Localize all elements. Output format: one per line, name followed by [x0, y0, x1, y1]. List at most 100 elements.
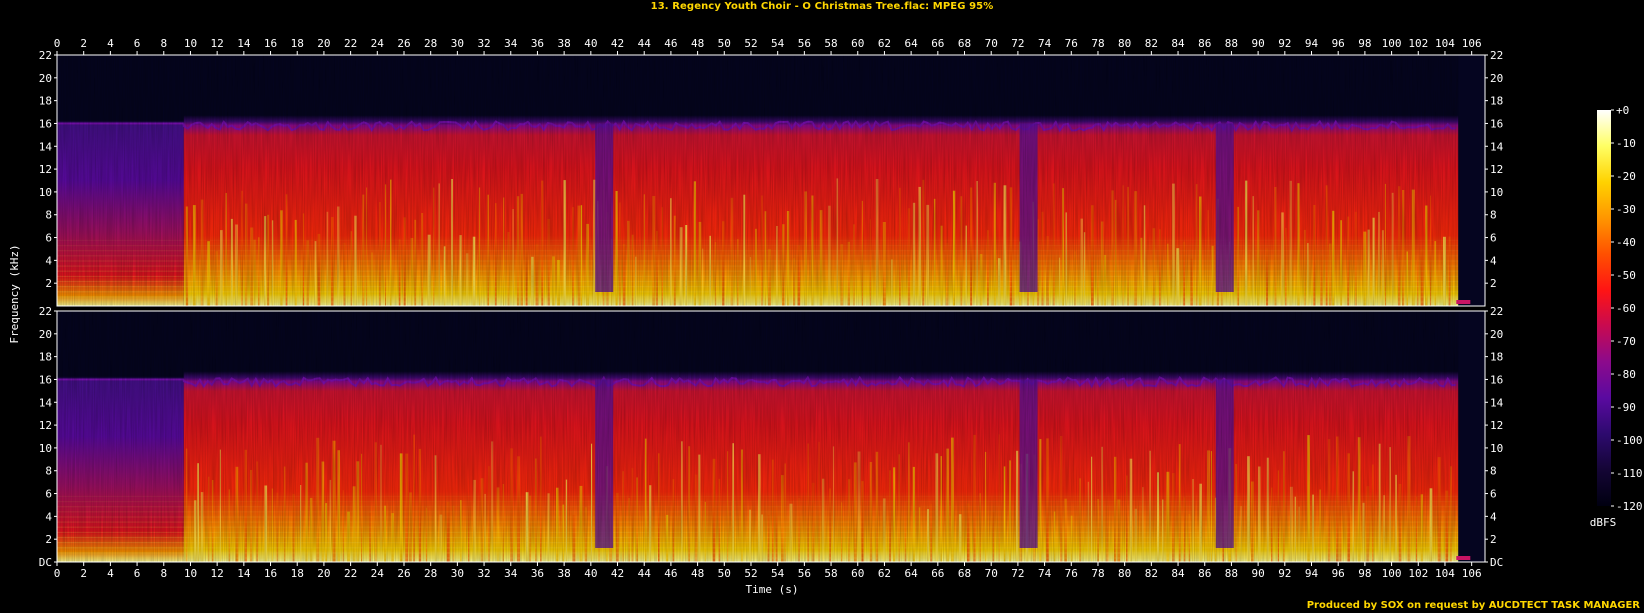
y-tick-label: 10	[39, 186, 52, 199]
x-tick-label: 86	[1198, 567, 1211, 580]
x-tick-label: 72	[1011, 567, 1024, 580]
x-tick-label: 50	[718, 37, 731, 50]
x-tick-label: 62	[878, 37, 891, 50]
x-tick-label: 58	[824, 37, 837, 50]
x-tick-label: 22	[344, 567, 357, 580]
x-tick-label: 4	[107, 567, 114, 580]
y-tick-label: 18	[39, 351, 52, 364]
y-tick-label: 10	[1490, 186, 1503, 199]
x-tick-label: 22	[344, 37, 357, 50]
y-tick-label: 14	[39, 396, 53, 409]
x-tick-label: 34	[504, 37, 518, 50]
y-tick-label: 16	[1490, 117, 1503, 130]
x-tick-label: 14	[237, 567, 251, 580]
x-tick-label: 94	[1305, 567, 1319, 580]
x-tick-label: 6	[134, 567, 141, 580]
channel-panel-1	[56, 54, 1486, 307]
colorbar-tick-label: +0	[1616, 104, 1629, 117]
y-tick-label: 22	[1490, 305, 1503, 318]
y-tick-label: 6	[1490, 232, 1497, 245]
x-tick-label: 44	[638, 567, 652, 580]
y-tick-label: 20	[39, 72, 52, 85]
colorbar-tick-label: -30	[1616, 203, 1636, 216]
x-tick-label: 106	[1462, 37, 1482, 50]
x-tick-label: 70	[985, 37, 998, 50]
x-tick-label: 88	[1225, 37, 1238, 50]
x-tick-label: 74	[1038, 567, 1052, 580]
x-tick-label: 8	[160, 37, 167, 50]
x-tick-label: 52	[744, 37, 757, 50]
x-tick-label: 96	[1332, 567, 1345, 580]
x-tick-label: 2	[80, 37, 87, 50]
x-tick-label: 4	[107, 37, 114, 50]
y-axis-label: Frequency (kHz)	[8, 244, 21, 343]
x-tick-label: 38	[558, 567, 571, 580]
y-tick-label: 22	[1490, 49, 1503, 62]
footer-credit: Produced by SOX on request by AUCDTECT T…	[1306, 600, 1640, 611]
x-tick-label: 16	[264, 37, 277, 50]
x-tick-label: 32	[477, 567, 490, 580]
x-tick-label: 18	[291, 37, 304, 50]
y-tick-label: 20	[1490, 328, 1503, 341]
y-tick-label: 14	[39, 140, 53, 153]
x-tick-label: 24	[371, 37, 385, 50]
y-tick-label: 22	[39, 305, 52, 318]
y-tick-label: 6	[45, 488, 52, 501]
y-tick-label: 14	[1490, 396, 1504, 409]
y-tick-label: 12	[1490, 419, 1503, 432]
y-tick-label: 2	[1490, 533, 1497, 546]
x-tick-label: 26	[397, 37, 410, 50]
x-tick-label: 8	[160, 567, 167, 580]
x-tick-label: 40	[584, 567, 597, 580]
colorbar-tick-label: -20	[1616, 170, 1636, 183]
y-tick-label: 4	[1490, 510, 1497, 523]
x-tick-label: 54	[771, 37, 785, 50]
colorbar-tick-label: -90	[1616, 401, 1636, 414]
x-tick-label: 92	[1278, 37, 1291, 50]
colorbar-tick-label: -40	[1616, 236, 1636, 249]
y-tick-label: 8	[1490, 209, 1497, 222]
x-tick-label: 90	[1251, 567, 1264, 580]
y-tick-label: 12	[39, 419, 52, 432]
x-tick-label: 72	[1011, 37, 1024, 50]
x-tick-label: 86	[1198, 37, 1211, 50]
y-tick-label: 12	[39, 163, 52, 176]
x-tick-label: 90	[1251, 37, 1264, 50]
x-tick-label: 10	[184, 567, 197, 580]
x-tick-label: 64	[905, 37, 919, 50]
y-tick-label: 20	[39, 328, 52, 341]
x-tick-label: 38	[558, 37, 571, 50]
x-tick-label: 2	[80, 567, 87, 580]
y-tick-label: 12	[1490, 163, 1503, 176]
x-tick-label: 82	[1145, 37, 1158, 50]
x-tick-label: 36	[531, 567, 544, 580]
x-tick-label: 98	[1358, 567, 1371, 580]
channel-panel-2	[56, 310, 1486, 563]
colorbar-tick-label: -100	[1616, 434, 1643, 447]
x-tick-label: 46	[664, 567, 677, 580]
y-tick-label: 10	[39, 442, 52, 455]
y-tick-label: 4	[1490, 254, 1497, 267]
x-tick-label: 106	[1462, 567, 1482, 580]
x-tick-label: 76	[1065, 37, 1078, 50]
x-tick-label: 56	[798, 37, 811, 50]
y-tick-label: 18	[1490, 351, 1503, 364]
colorbar-tick-label: -10	[1616, 137, 1636, 150]
x-tick-label: 24	[371, 567, 385, 580]
x-tick-label: 14	[237, 37, 251, 50]
y-tick-label: 4	[45, 510, 52, 523]
x-tick-label: 28	[424, 567, 437, 580]
x-axis-label: Time (s)	[746, 583, 799, 596]
spectrogram-chart: 2 24 46 68 810 1012 1214 1416 1618 1820 2022 22DC DC…	[8, 37, 1643, 596]
x-tick-label: 48	[691, 37, 704, 50]
tail-blip	[1456, 300, 1471, 304]
tail-blip	[1456, 556, 1471, 560]
x-tick-label: 76	[1065, 567, 1078, 580]
x-tick-label: 104	[1435, 37, 1455, 50]
colorbar-label: dBFS	[1590, 516, 1617, 529]
colorbar-tick-label: -80	[1616, 368, 1636, 381]
x-tick-label: 40	[584, 37, 597, 50]
x-tick-label: 46	[664, 37, 677, 50]
x-tick-label: 74	[1038, 37, 1052, 50]
x-tick-label: 20	[317, 37, 330, 50]
